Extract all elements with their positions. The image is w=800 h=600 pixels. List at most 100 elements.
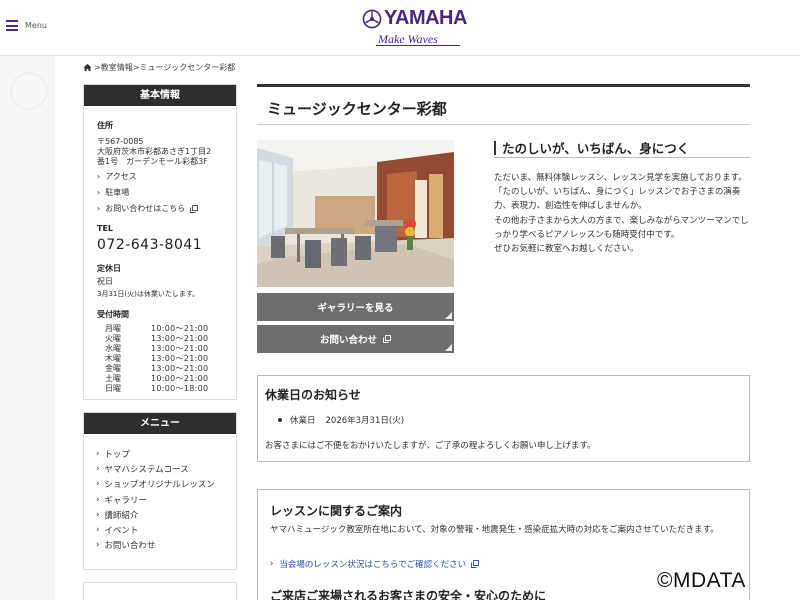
hours-time: 13:00～21:00 (151, 364, 209, 373)
address-label: 住所 (97, 121, 113, 130)
closure-notice-date: 2026年3月31日(火) (325, 416, 405, 426)
chevron-right-icon: › (96, 463, 100, 474)
site-header: Menu YAMAHA Make Waves (0, 0, 800, 56)
lesson-info-text: ヤマハミュージック教室所在地において、対象の警報・地震発生・感染症拡大時の対応を… (270, 525, 719, 535)
breadcrumb-separator: > (132, 63, 140, 72)
basic-info-panel: 基本情報 住所 〒567-0085 大阪府茨木市彩都あさぎ1丁目2 番1号 ガー… (83, 84, 237, 400)
chevron-right-icon: › (96, 479, 100, 490)
closure-notice-text: お客さまにはご不便をおかけいたしますが、ご了承の程よろしくお願い申し上げます。 (265, 441, 596, 451)
side-menu-item-label: イベント (104, 526, 139, 537)
breadcrumb-separator: > (94, 63, 101, 72)
chevron-right-icon: › (96, 525, 100, 536)
breadcrumb: > 教室情報 > ミュージックセンター彩都 (83, 62, 235, 73)
hours-day: 土曜 (105, 374, 121, 383)
side-menu-heading: メニュー (84, 413, 236, 434)
hours-time: 10:00～21:00 (151, 324, 209, 333)
access-link-label: アクセス (105, 172, 137, 181)
external-window-icon (383, 335, 391, 343)
bullet-icon (278, 418, 282, 422)
home-icon[interactable] (83, 63, 92, 72)
external-window-icon (190, 204, 199, 213)
hours-day: 木曜 (105, 354, 121, 363)
closed-day-note: 3月31日(火)は休業いたします。 (97, 290, 200, 298)
parking-link[interactable]: › 駐車場 (97, 187, 236, 198)
side-menu-item-gallery[interactable]: › ギャラリー (96, 492, 236, 507)
lesson-status-link[interactable]: › 当会場のレッスン状況はこちらでご確認ください (270, 558, 480, 570)
classroom-photo (257, 140, 454, 287)
basic-info-heading: 基本情報 (84, 85, 236, 106)
hours-day: 火曜 (105, 334, 121, 343)
side-menu-item-events[interactable]: › イベント (96, 522, 236, 537)
side-menu-item-label: 講師紹介 (104, 510, 139, 521)
brand-name: YAMAHA (384, 7, 467, 29)
chevron-right-icon: › (270, 559, 274, 569)
heading-accent-bar (494, 140, 496, 155)
menu-label: Menu (25, 21, 47, 30)
side-menu-panel: メニュー › トップ › ヤマハシステムコース › ショップオリジナルレッスン › ギャ… (83, 412, 237, 570)
lesson-info-title: レッスンに関するご案内 (270, 504, 403, 518)
hours-row: 木曜 13:00～21:00 (105, 354, 236, 364)
closure-notice-label: 休業日 (290, 416, 316, 426)
gallery-button-label: ギャラリーを見る (317, 303, 394, 314)
side-panel-partial (83, 582, 237, 600)
hours-time: 10:00～18:00 (151, 384, 209, 393)
side-menu-item-label: トップ (104, 449, 130, 460)
closure-notice-box: 休業日のお知らせ 休業日 2026年3月31日(火) お客さまにはご不便をおかけ… (257, 375, 750, 462)
side-menu-item-contact[interactable]: › お問い合わせ (96, 538, 236, 553)
hours-label: 受付時間 (97, 310, 129, 319)
watermark: ©MDATA (657, 569, 746, 592)
address-line-1: 大阪府茨木市彩都あさぎ1丁目2 (97, 147, 212, 156)
hours-time: 13:00～21:00 (151, 334, 209, 343)
tuning-fork-emblem-icon (362, 9, 382, 28)
parking-link-label: 駐車場 (105, 188, 130, 197)
contact-link-label: お問い合わせはこちら (105, 204, 186, 213)
hours-time: 13:00～21:00 (151, 344, 209, 353)
hours-table: 月曜 10:00～21:00 火曜 13:00～21:00 水曜 13:00～21:0… (105, 324, 236, 394)
hours-time: 10:00～21:00 (151, 374, 209, 383)
chevron-right-icon: › (96, 540, 100, 551)
side-menu-item-label: ヤマハシステムコース (104, 464, 189, 475)
hours-row: 日曜 10:00～18:00 (105, 384, 236, 394)
hamburger-icon (6, 20, 18, 31)
breadcrumb-item-current: ミュージックセンター彩都 (139, 63, 236, 72)
left-gutter (0, 56, 55, 600)
phone-number[interactable]: 072-643-8041 (97, 237, 236, 253)
side-menu-item-original-lesson[interactable]: › ショップオリジナルレッスン (96, 477, 236, 492)
hours-time: 13:00～21:00 (151, 354, 209, 363)
tel-label: TEL (97, 224, 114, 233)
chevron-right-icon: › (96, 509, 100, 520)
title-top-rule (257, 84, 750, 87)
postal-code: 〒567-0085 (97, 137, 144, 146)
address-line-2: 番1号 ガーデンモール彩都3F (97, 157, 208, 166)
hours-day: 日曜 (105, 384, 121, 393)
breadcrumb-item-classroom-info[interactable]: 教室情報 (101, 62, 133, 73)
side-menu-item-label: お問い合わせ (104, 541, 156, 552)
hours-day: 水曜 (105, 344, 121, 353)
gallery-button[interactable]: ギャラリーを見る (257, 293, 454, 321)
faint-ornament (10, 72, 48, 110)
chevron-right-icon: › (97, 172, 101, 181)
chevron-right-icon: › (97, 188, 101, 197)
closed-day-label: 定休日 (97, 264, 121, 273)
catchphrase-heading: たのしいが、いちばん、身につく (494, 138, 750, 158)
menu-button[interactable]: Menu (6, 20, 47, 31)
chevron-right-icon: › (97, 204, 101, 213)
side-menu-item-system-course[interactable]: › ヤマハシステムコース (96, 461, 236, 476)
hours-row: 土曜 10:00～21:00 (105, 374, 236, 384)
inquiry-button-label: お問い合わせ (319, 335, 377, 346)
hours-row: 月曜 10:00～21:00 (105, 324, 236, 334)
side-menu-item-teachers[interactable]: › 講師紹介 (96, 507, 236, 522)
side-menu-item-label: ショップオリジナルレッスン (104, 480, 215, 491)
hours-day: 月曜 (105, 324, 121, 333)
yamaha-logo[interactable]: YAMAHA Make Waves (362, 7, 468, 49)
header-divider (0, 55, 800, 56)
closure-notice-item: 休業日 2026年3月31日(火) (278, 414, 404, 426)
inquiry-button[interactable]: お問い合わせ (257, 325, 454, 353)
intro-paragraph: ただいま、無料体験レッスン、レッスン見学を実施しております。 (494, 173, 747, 183)
intro-paragraph: 「たのしいが、いちばん、身につく」レッスンでお子さまの演奏力、表現力、創造性を伸… (494, 187, 741, 212)
contact-link[interactable]: › お問い合わせはこちら (97, 203, 236, 214)
access-link[interactable]: › アクセス (97, 171, 236, 182)
hours-row: 金曜 13:00～21:00 (105, 364, 236, 374)
catchphrase-text: たのしいが、いちばん、身につく (502, 141, 690, 156)
side-menu-item-top[interactable]: › トップ (96, 446, 236, 461)
